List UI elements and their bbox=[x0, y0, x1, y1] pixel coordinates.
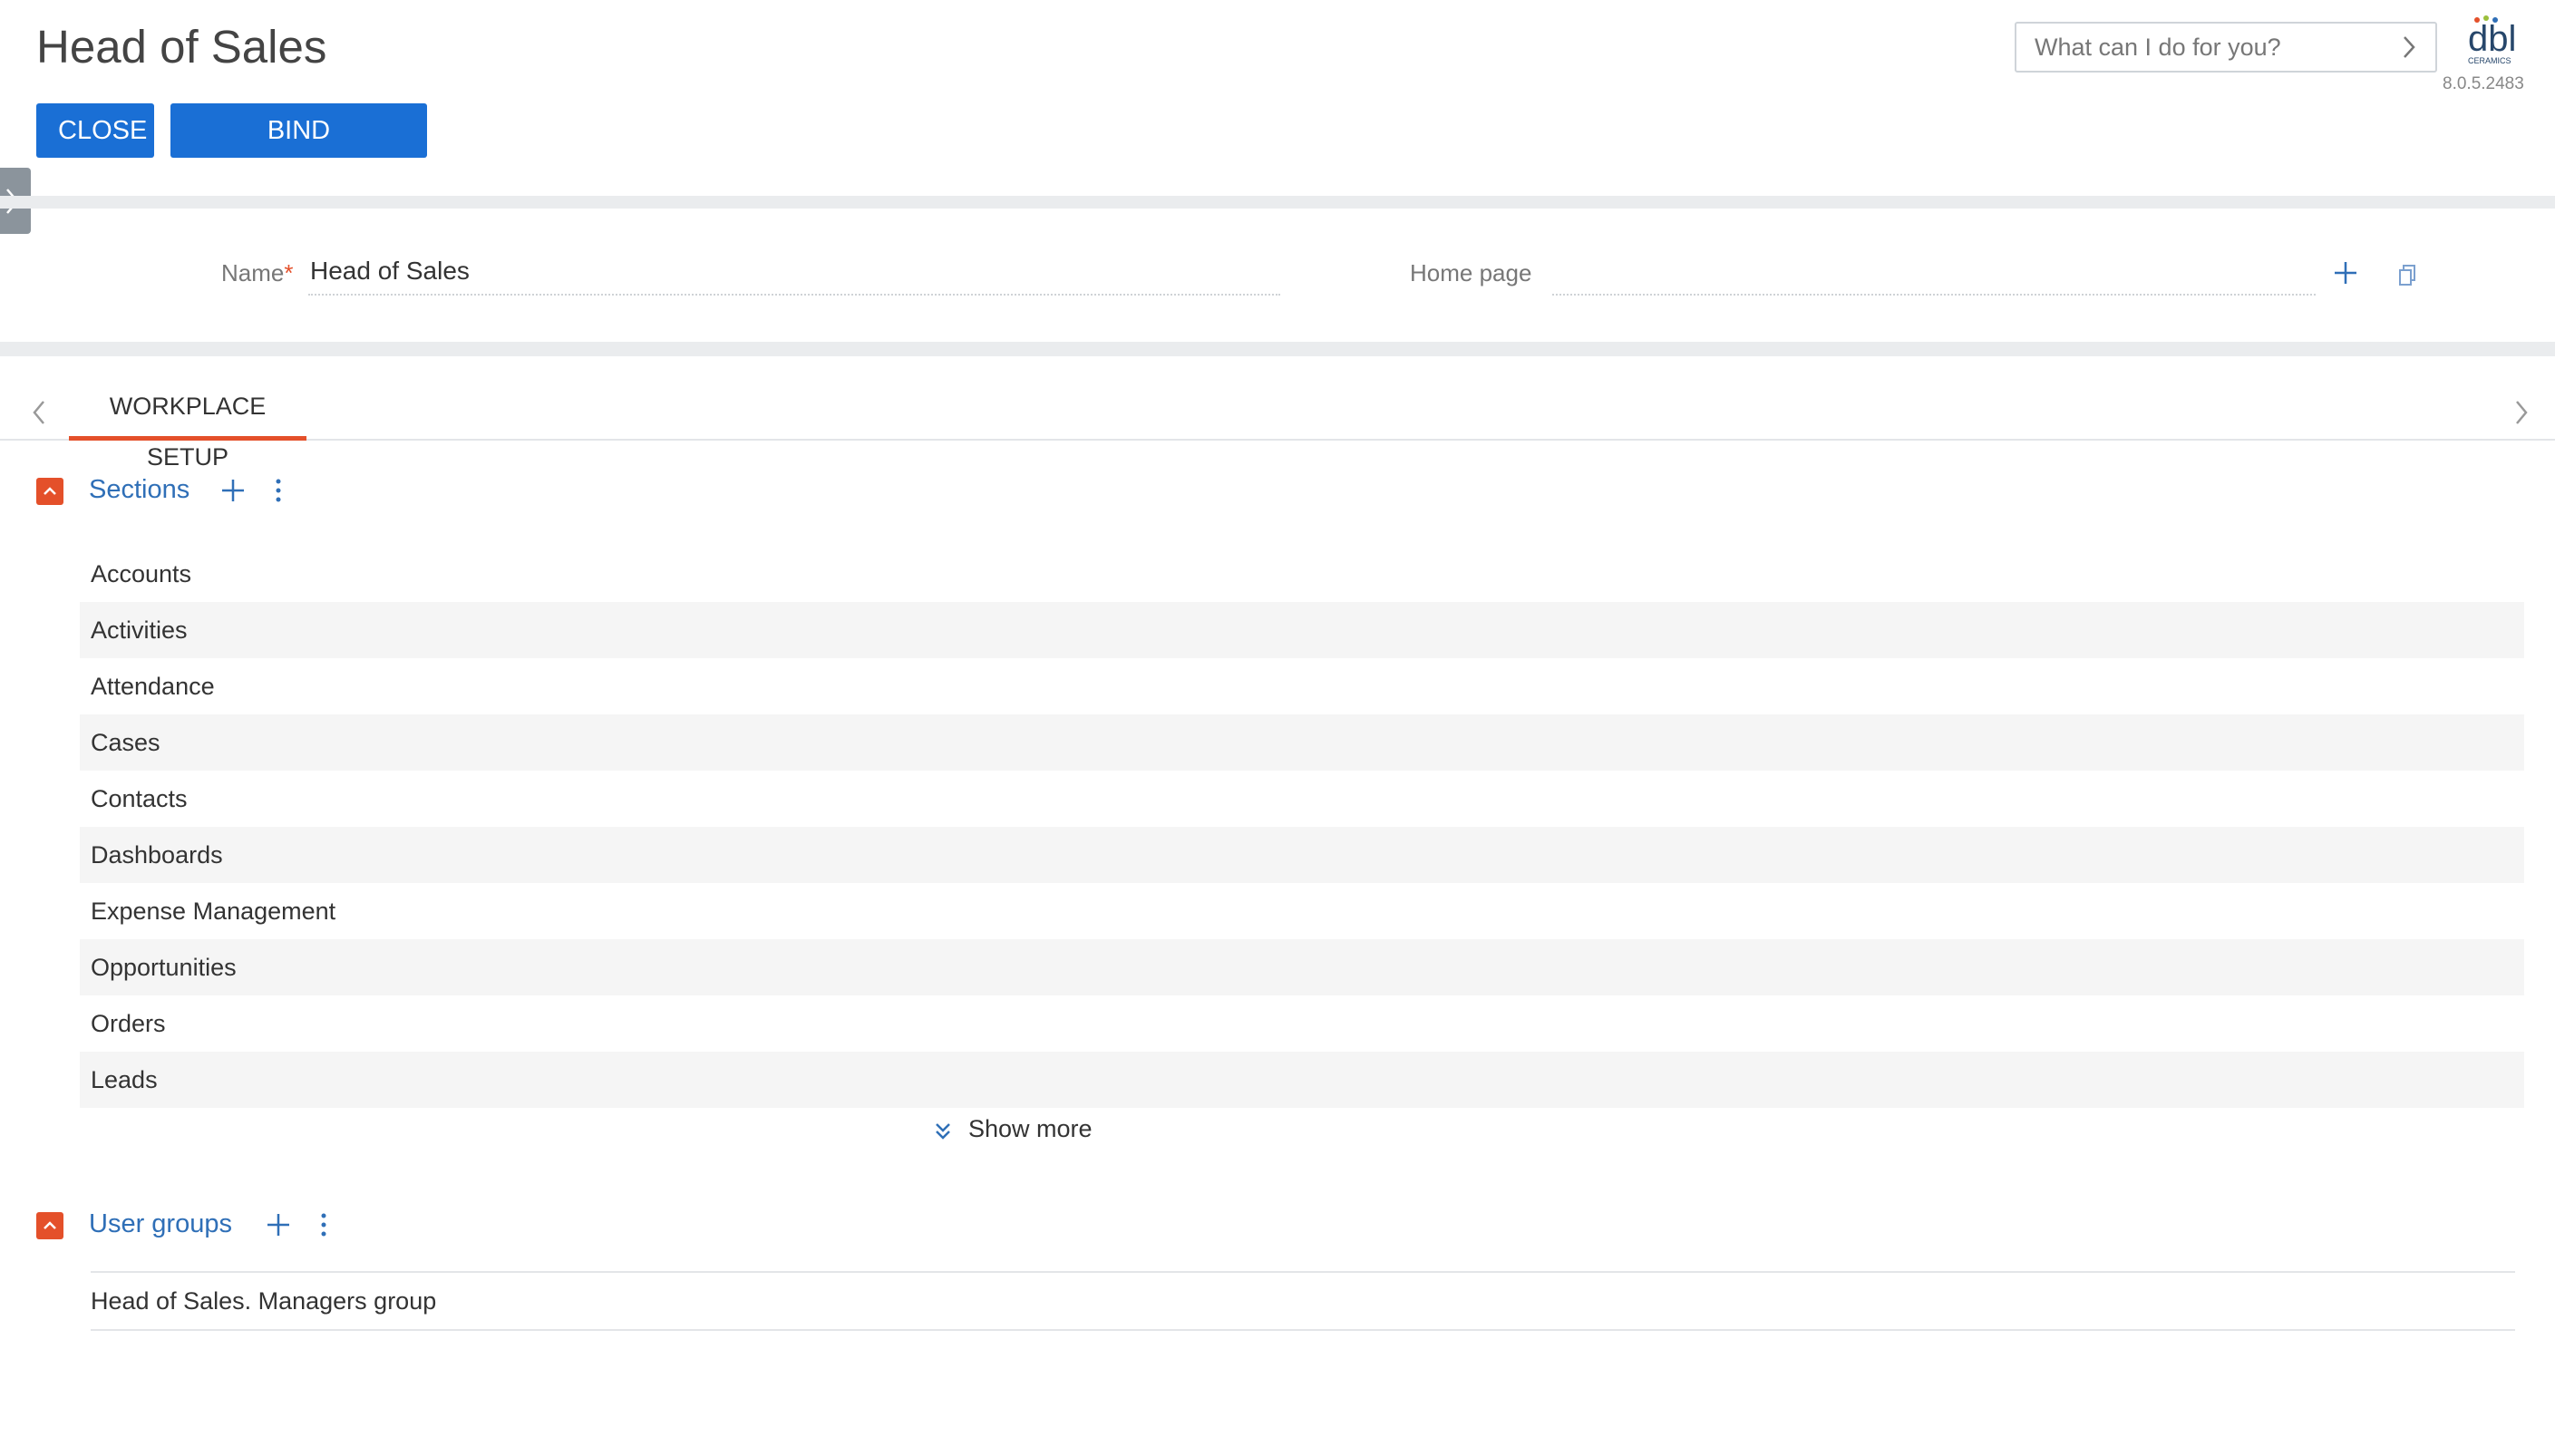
list-item[interactable]: Accounts bbox=[80, 546, 2524, 602]
list-item[interactable]: Contacts bbox=[80, 771, 2524, 827]
name-label: Name* bbox=[221, 259, 293, 287]
list-item[interactable]: Leads bbox=[80, 1052, 2524, 1108]
collapse-icon bbox=[44, 1221, 56, 1229]
list-item[interactable]: Dashboards bbox=[80, 827, 2524, 883]
user-groups-collapse-button[interactable] bbox=[36, 1212, 63, 1239]
add-section-plus-icon[interactable] bbox=[219, 477, 247, 509]
collapse-icon bbox=[44, 487, 56, 495]
tabs-bar: WORKPLACE SETUP bbox=[0, 381, 2555, 471]
sections-title[interactable]: Sections bbox=[89, 475, 189, 505]
bind-workplace-button[interactable]: BIND WORKPLACE bbox=[170, 103, 427, 199]
version-label: 8.0.5.2483 bbox=[2443, 74, 2524, 93]
name-label-text: Name bbox=[221, 259, 285, 286]
double-chevron-down-icon bbox=[936, 1123, 950, 1140]
command-search bbox=[2015, 22, 2437, 73]
home-page-label: Home page bbox=[1410, 259, 1532, 286]
show-more-label: Show more bbox=[968, 1115, 1093, 1142]
list-item[interactable]: Orders bbox=[80, 995, 2524, 1052]
list-item[interactable]: Activities bbox=[80, 602, 2524, 658]
plus-icon[interactable] bbox=[2332, 259, 2359, 291]
copy-icon[interactable] bbox=[2397, 263, 2419, 293]
page-title: Head of Sales bbox=[36, 21, 327, 73]
divider-band-middle bbox=[0, 342, 2555, 356]
sections-list: Accounts Activities Attendance Cases Con… bbox=[80, 546, 2524, 1108]
command-search-input[interactable] bbox=[2016, 24, 2388, 71]
home-page-field[interactable] bbox=[1552, 294, 2316, 296]
chevron-right-icon[interactable] bbox=[2510, 397, 2531, 432]
sections-more-vertical-icon[interactable] bbox=[272, 477, 285, 509]
sections-collapse-button[interactable] bbox=[36, 478, 63, 505]
add-user-group-plus-icon[interactable] bbox=[265, 1211, 292, 1243]
name-field[interactable]: Head of Sales bbox=[310, 257, 470, 286]
required-marker: * bbox=[284, 259, 294, 286]
name-field-underline bbox=[308, 294, 1280, 296]
search-arrow-icon[interactable] bbox=[2395, 32, 2423, 63]
user-groups-table: Head of Sales. Managers group bbox=[91, 1271, 2515, 1331]
chevron-left-icon[interactable] bbox=[29, 397, 51, 432]
logo-text: dbl bbox=[2468, 19, 2516, 59]
tab-workplace-setup[interactable]: WORKPLACE SETUP bbox=[69, 381, 306, 471]
divider-band-top bbox=[0, 196, 2555, 209]
logo-subtext: CERAMICS bbox=[2468, 56, 2511, 65]
list-item[interactable]: Cases bbox=[80, 714, 2524, 771]
list-item[interactable]: Expense Management bbox=[80, 883, 2524, 939]
company-logo: dbl CERAMICS bbox=[2464, 15, 2528, 69]
list-item[interactable]: Attendance bbox=[80, 658, 2524, 714]
close-button[interactable]: CLOSE bbox=[36, 103, 154, 158]
user-groups-more-vertical-icon[interactable] bbox=[317, 1211, 330, 1243]
list-item[interactable]: Opportunities bbox=[80, 939, 2524, 995]
user-groups-title[interactable]: User groups bbox=[89, 1209, 232, 1239]
table-row[interactable]: Head of Sales. Managers group bbox=[91, 1273, 2515, 1329]
